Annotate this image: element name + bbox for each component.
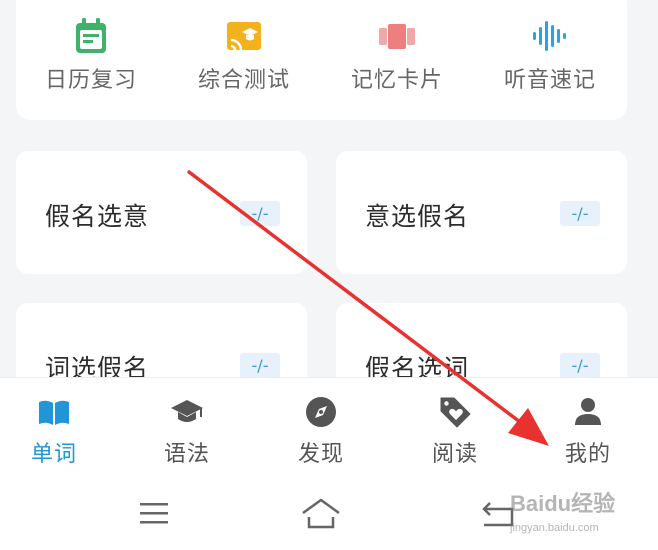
- tab-label: 发现: [297, 442, 344, 467]
- compass-icon: [306, 397, 336, 427]
- calendar-icon: [76, 18, 106, 53]
- tab-me[interactable]: 我的: [522, 378, 654, 478]
- tab-reading[interactable]: 阅读: [389, 378, 521, 478]
- tool-label: 综合测试: [197, 68, 290, 93]
- graduation-cap-icon: [171, 400, 203, 422]
- tool-label: 记忆卡片: [350, 68, 443, 93]
- tab-words[interactable]: 单词: [0, 378, 120, 478]
- book-icon: [39, 400, 69, 425]
- quiz-card-meaning-to-kana[interactable]: 意选假名 -/-: [336, 151, 627, 274]
- score-badge: -/-: [560, 353, 600, 378]
- tab-label: 阅读: [431, 442, 478, 467]
- tab-grammar[interactable]: 语法: [121, 378, 253, 478]
- tools-card: 日历复习 综合测试 记忆卡片 听音速记: [16, 0, 627, 120]
- tool-label: 听音速记: [503, 68, 596, 93]
- heart-tag-icon: [440, 397, 471, 428]
- score-badge: -/-: [560, 201, 600, 226]
- watermark-brand: Baidu经验: [510, 491, 616, 516]
- person-icon: [575, 398, 601, 425]
- watermark-url: jingyan.baidu.com: [510, 522, 599, 534]
- quiz-card-title: 意选假名: [365, 202, 470, 231]
- tab-label: 单词: [30, 442, 77, 467]
- quiz-card-kana-to-meaning[interactable]: 假名选意 -/-: [16, 151, 307, 274]
- tab-discover[interactable]: 发现: [255, 378, 387, 478]
- cards-icon: [379, 24, 415, 49]
- test-cast-icon: [227, 22, 261, 51]
- tab-label: 我的: [564, 442, 611, 467]
- score-badge: -/-: [240, 353, 280, 378]
- tool-label: 日历复习: [44, 68, 137, 93]
- tab-label: 语法: [163, 442, 210, 467]
- menu-icon[interactable]: [132, 495, 176, 531]
- bottom-tab-bar: 单词 语法 发现 阅读 我的: [0, 377, 658, 477]
- sound-wave-icon: [533, 21, 566, 51]
- home-icon[interactable]: [299, 495, 343, 531]
- baidu-watermark: Baidu经验 jingyan.baidu.com: [510, 486, 650, 546]
- quiz-card-title: 假名选意: [45, 202, 150, 231]
- score-badge: -/-: [240, 201, 280, 226]
